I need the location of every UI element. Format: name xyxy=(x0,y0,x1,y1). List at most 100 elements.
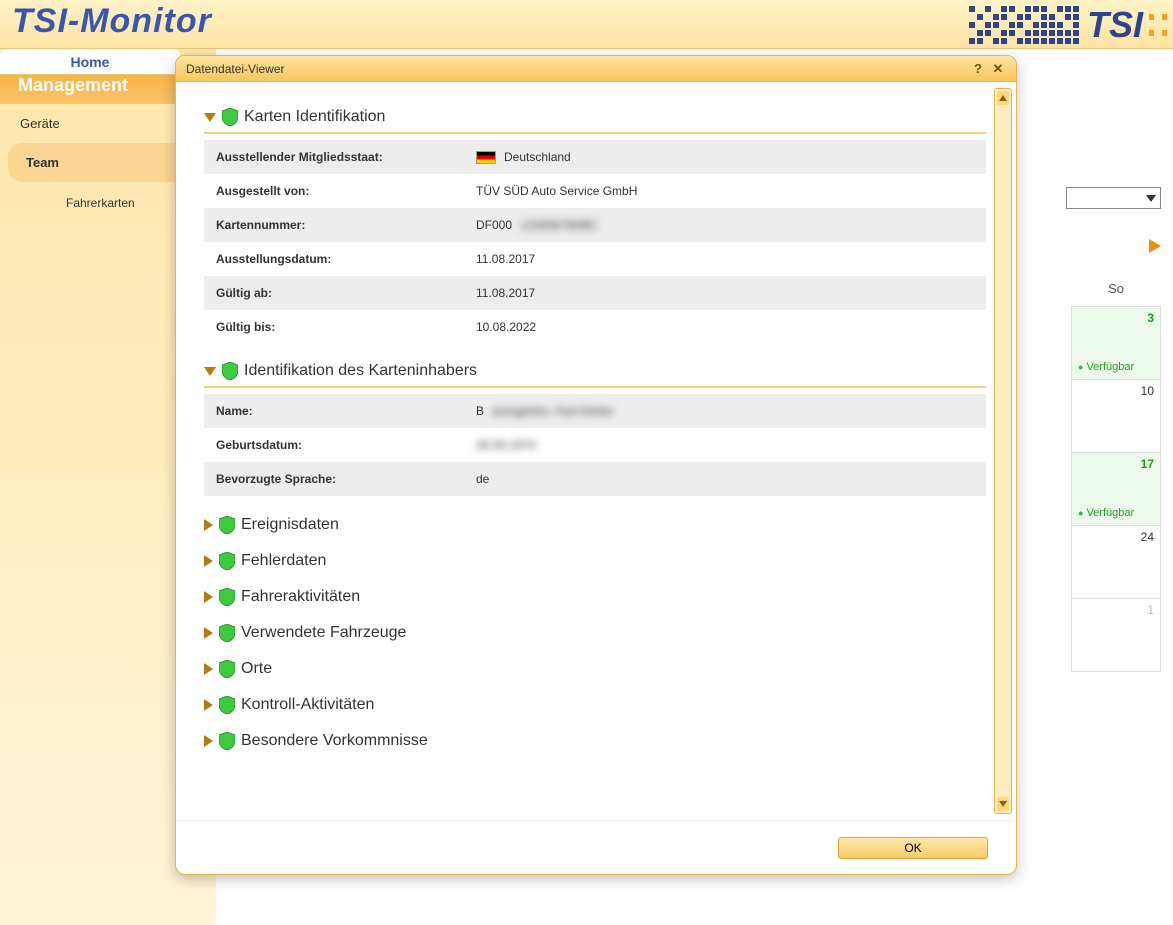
kv-key: Name: xyxy=(204,394,464,428)
kv-row: Bevorzugte Sprache: de xyxy=(204,462,986,496)
calendar-day-num: 10 xyxy=(1141,384,1154,398)
expand-icon xyxy=(204,699,213,711)
section-kontroll-aktivitaeten: Kontroll-Aktivitäten xyxy=(204,690,986,720)
kv-value: DF00012345678ABC xyxy=(464,208,986,242)
modal-body: Karten Identifikation Ausstellender Mitg… xyxy=(176,82,1016,820)
calendar-day-num: 3 xyxy=(1147,311,1154,325)
calendar-day-header: So xyxy=(1071,281,1161,296)
section-besondere-vorkommnisse: Besondere Vorkommnisse xyxy=(204,726,986,756)
section-cardholder-identification: Identifikation des Karteninhabers Name: … xyxy=(204,358,986,496)
kv-table: Ausstellender Mitgliedsstaat: Deutschlan… xyxy=(204,140,986,344)
logo-right: TSI xyxy=(969,0,1167,49)
calendar-cell[interactable]: 1 xyxy=(1071,598,1161,672)
modal-title-text: Datendatei-Viewer xyxy=(186,62,285,76)
kv-key: Kartennummer: xyxy=(204,208,464,242)
section-title: Karten Identifikation xyxy=(244,108,385,126)
kv-key: Ausstellungsdatum: xyxy=(204,242,464,276)
section-header[interactable]: Identifikation des Karteninhabers xyxy=(204,358,986,388)
calendar-day-num: 24 xyxy=(1141,530,1154,544)
section-title: Orte xyxy=(241,660,272,678)
app-title: TSI-Monitor xyxy=(12,2,212,41)
nav-home-tab[interactable]: Home xyxy=(0,49,180,75)
ok-button[interactable]: OK xyxy=(838,837,988,859)
kv-row: Name: Baumgarten, Karl-Dieter xyxy=(204,394,986,428)
calendar-next-button[interactable] xyxy=(1149,239,1161,256)
section-header[interactable]: Kontroll-Aktivitäten xyxy=(204,690,986,720)
section-card-identification: Karten Identifikation Ausstellender Mitg… xyxy=(204,104,986,344)
app-root: TSI-Monitor Home TSI Management xyxy=(0,0,1173,925)
shield-icon xyxy=(219,660,235,678)
calendar-day-num: 1 xyxy=(1147,603,1154,617)
section-header[interactable]: Besondere Vorkommnisse xyxy=(204,726,986,756)
calendar-cell[interactable]: 10 xyxy=(1071,379,1161,453)
calendar-cell[interactable]: 17 Verfügbar xyxy=(1071,452,1161,526)
kv-value: Baumgarten, Karl-Dieter xyxy=(464,394,986,428)
calendar-dropdown[interactable] xyxy=(1066,187,1161,209)
topbar: TSI-Monitor Home TSI xyxy=(0,0,1173,49)
section-header[interactable]: Karten Identifikation xyxy=(204,104,986,134)
logo-tsi-text: TSI xyxy=(1087,7,1143,43)
kv-key: Ausgestellt von: xyxy=(204,174,464,208)
chevron-down-icon xyxy=(1146,195,1156,202)
section-fehlerdaten: Fehlerdaten xyxy=(204,546,986,576)
expand-icon xyxy=(204,591,213,603)
modal-scrollbar[interactable] xyxy=(994,88,1012,814)
section-title: Kontroll-Aktivitäten xyxy=(241,696,374,714)
kv-value: Deutschland xyxy=(464,140,986,174)
flag-de-icon xyxy=(476,151,496,164)
section-verwendete-fahrzeuge: Verwendete Fahrzeuge xyxy=(204,618,986,648)
scroll-down-icon[interactable] xyxy=(997,797,1009,811)
shield-icon xyxy=(222,362,238,380)
calendar-cell[interactable]: 24 xyxy=(1071,525,1161,599)
kv-value: 11.08.2017 xyxy=(464,276,986,310)
kv-value: TÜV SÜD Auto Service GmbH xyxy=(464,174,986,208)
kv-value: 10.08.2022 xyxy=(464,310,986,344)
sidebar-item-label: Geräte xyxy=(20,116,60,131)
arrow-right-icon xyxy=(1149,239,1161,253)
status-available: Verfügbar xyxy=(1078,361,1134,373)
calendar-column: 3 Verfügbar 10 17 Verfügbar 24 1 xyxy=(1071,307,1161,672)
shield-icon xyxy=(219,516,235,534)
collapse-icon xyxy=(204,367,216,376)
calendar-cell[interactable]: 3 Verfügbar xyxy=(1071,306,1161,380)
expand-icon xyxy=(204,519,213,531)
help-icon[interactable]: ? xyxy=(970,61,986,77)
nav-home-label: Home xyxy=(71,54,110,70)
expand-icon xyxy=(204,735,213,747)
kv-value: 11.08.2017 xyxy=(464,242,986,276)
shield-icon xyxy=(219,552,235,570)
section-title: Verwendete Fahrzeuge xyxy=(241,624,406,642)
modal-datafile-viewer: Datendatei-Viewer ? ✕ Karten Identifikat… xyxy=(175,55,1017,875)
kv-key: Ausstellender Mitgliedsstaat: xyxy=(204,140,464,174)
sidebar-sub-label: Fahrerkarten xyxy=(66,196,135,210)
modal-titlebar[interactable]: Datendatei-Viewer ? ✕ xyxy=(176,56,1016,82)
shield-icon xyxy=(219,624,235,642)
kv-table: Name: Baumgarten, Karl-Dieter Geburtsdat… xyxy=(204,394,986,496)
modal-footer: OK xyxy=(176,820,1016,874)
kv-value: 26.05.1974 xyxy=(464,428,986,462)
kv-key: Bevorzugte Sprache: xyxy=(204,462,464,496)
modal-content: Karten Identifikation Ausstellender Mitg… xyxy=(204,104,986,810)
section-header[interactable]: Fehlerdaten xyxy=(204,546,986,576)
kv-row: Kartennummer: DF00012345678ABC xyxy=(204,208,986,242)
kv-row: Ausgestellt von: TÜV SÜD Auto Service Gm… xyxy=(204,174,986,208)
section-orte: Orte xyxy=(204,654,986,684)
close-icon[interactable]: ✕ xyxy=(990,61,1006,77)
section-fahreraktivitaeten: Fahreraktivitäten xyxy=(204,582,986,612)
section-header[interactable]: Verwendete Fahrzeuge xyxy=(204,618,986,648)
kv-value: de xyxy=(464,462,986,496)
logo-pixel-art xyxy=(969,6,1079,44)
expand-icon xyxy=(204,627,213,639)
section-title: Ereignisdaten xyxy=(241,516,339,534)
expand-handle-icon[interactable] xyxy=(1149,14,1167,36)
section-header[interactable]: Orte xyxy=(204,654,986,684)
section-title: Fehlerdaten xyxy=(241,552,326,570)
kv-row: Ausstellungsdatum: 11.08.2017 xyxy=(204,242,986,276)
expand-icon xyxy=(204,663,213,675)
kv-key: Geburtsdatum: xyxy=(204,428,464,462)
sidebar-item-label: Team xyxy=(26,155,59,170)
scroll-up-icon[interactable] xyxy=(997,91,1009,105)
shield-icon xyxy=(219,732,235,750)
section-header[interactable]: Fahreraktivitäten xyxy=(204,582,986,612)
section-header[interactable]: Ereignisdaten xyxy=(204,510,986,540)
